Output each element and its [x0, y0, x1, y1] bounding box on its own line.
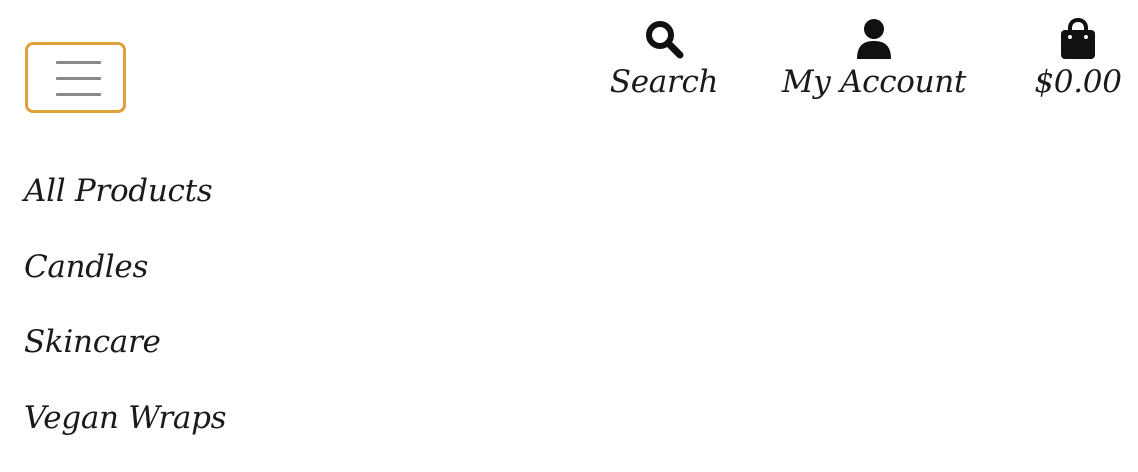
search-button[interactable]: Search — [608, 18, 720, 108]
cart-button[interactable]: $0.00 — [1028, 18, 1128, 108]
nav-item-candles: Candles — [24, 246, 226, 322]
nav-link-all-products[interactable]: All Products — [24, 173, 212, 209]
my-account-link[interactable]: My Account — [788, 18, 960, 108]
nav-link-vegan-wraps[interactable]: Vegan Wraps — [24, 400, 226, 436]
nav-link-skincare[interactable]: Skincare — [24, 324, 161, 360]
user-icon — [855, 18, 893, 60]
search-label: Search — [610, 64, 718, 100]
menu-toggle-button[interactable] — [25, 42, 126, 113]
shopping-bag-icon — [1059, 18, 1097, 60]
hamburger-menu-icon-bar — [56, 77, 101, 80]
search-icon — [643, 18, 685, 60]
hamburger-menu-icon-bar — [56, 93, 101, 96]
cart-total: $0.00 — [1034, 64, 1121, 100]
main-nav-list: All Products Candles Skincare Vegan Wrap… — [24, 170, 226, 472]
nav-link-candles[interactable]: Candles — [24, 249, 148, 285]
nav-item-all-products: All Products — [24, 170, 226, 246]
my-account-label: My Account — [782, 64, 966, 100]
nav-item-skincare: Skincare — [24, 321, 226, 397]
hamburger-menu-icon — [56, 61, 101, 64]
nav-item-vegan-wraps: Vegan Wraps — [24, 397, 226, 472]
